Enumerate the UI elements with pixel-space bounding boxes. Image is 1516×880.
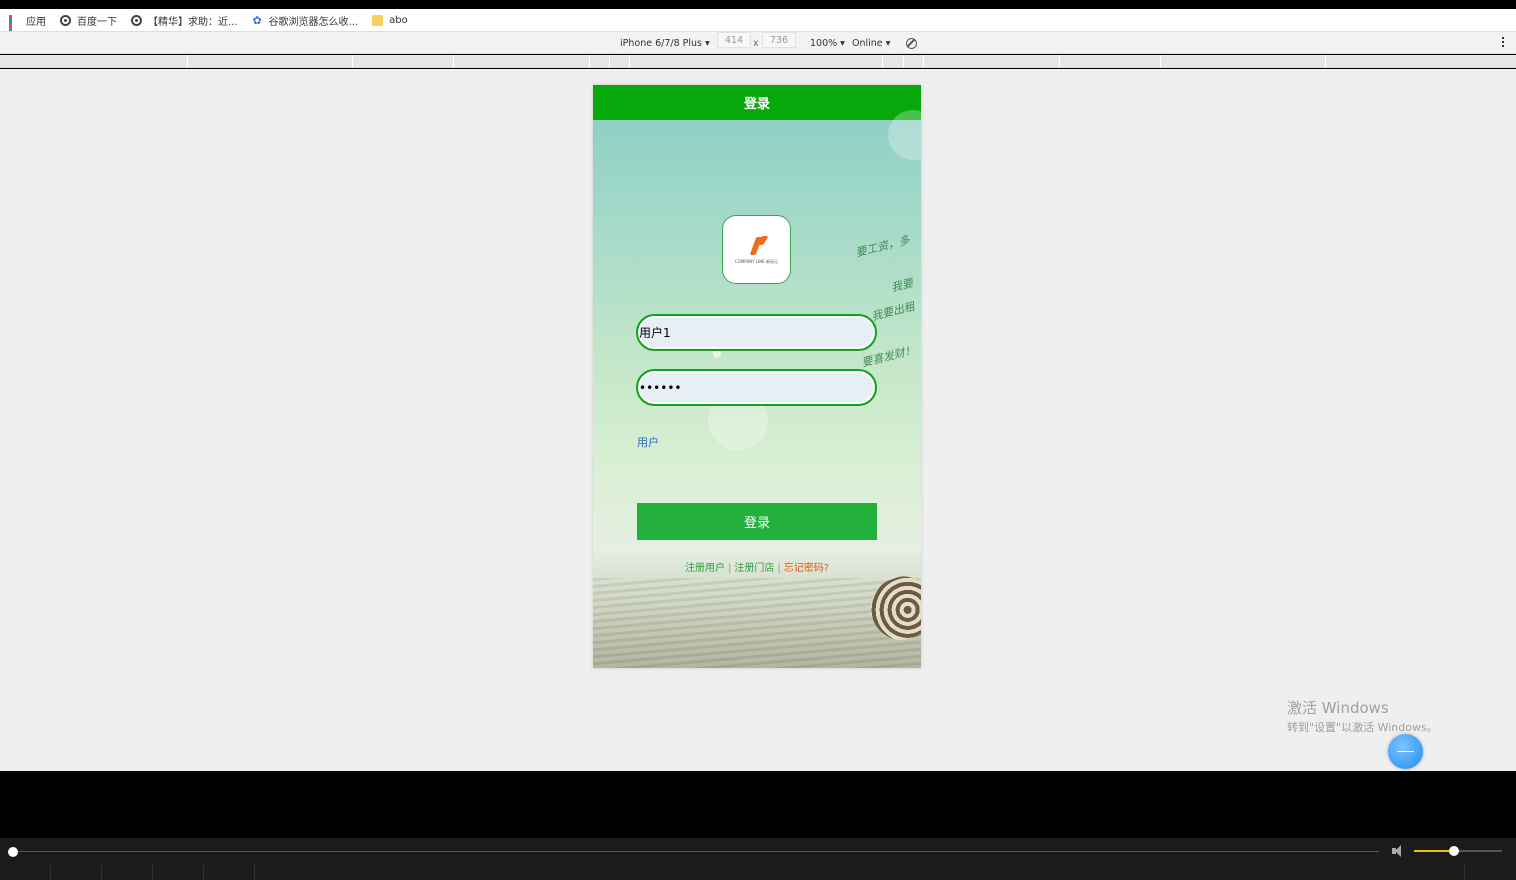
apps-icon	[9, 14, 20, 42]
volume-icon[interactable]	[1392, 845, 1406, 857]
auth-links: 注册用户 | 注册门店 | 忘记密码?	[593, 559, 921, 574]
bookmark-apps[interactable]: 应用	[9, 9, 46, 42]
bookmarks-bar: 应用 百度一下 【精华】求助：近... ✿ 谷歌浏览器怎么收... abo	[0, 9, 1516, 42]
media-query-ruler[interactable]	[0, 55, 1516, 68]
phone-screen: 登录 要工资，多 我要 我要出租 要喜发财！ COMPANY LINE 新纪元 …	[593, 85, 921, 668]
globe-icon	[131, 14, 142, 26]
windows-activation-title: 激活 Windows	[1287, 699, 1389, 717]
bookmark-baidu[interactable]: 百度一下	[60, 9, 117, 31]
bookmark-label: abo	[389, 14, 408, 26]
bookmark-label: 谷歌浏览器怎么收...	[268, 16, 359, 28]
viewport-width-input[interactable]: 414	[717, 32, 751, 48]
volume-handle[interactable]	[1448, 846, 1459, 856]
globe-icon	[60, 14, 71, 26]
bookmark-abo[interactable]: abo	[372, 9, 408, 31]
windows-activation-hint: 转到"设置"以激活 Windows。	[1287, 721, 1438, 734]
login-button[interactable]: 登录	[637, 503, 877, 540]
dimension-separator: x	[753, 37, 759, 49]
more-options-icon[interactable]	[1502, 37, 1504, 47]
register-user-link[interactable]: 注册用户	[685, 563, 725, 574]
link-separator: |	[777, 563, 781, 574]
bookmark-label: 百度一下	[77, 16, 117, 28]
video-player-bar	[0, 838, 1516, 865]
viewport-height-input[interactable]: 736	[762, 32, 796, 48]
device-select[interactable]: iPhone 6/7/8 Plus ▾	[620, 32, 710, 54]
paw-icon: ✿	[252, 13, 262, 27]
floating-assistant-icon[interactable]	[1388, 734, 1423, 769]
bookmark-chrome-howto[interactable]: ✿ 谷歌浏览器怎么收...	[252, 9, 359, 31]
bookmark-help-post[interactable]: 【精华】求助：近...	[131, 9, 238, 31]
page-title: 登录	[593, 85, 921, 120]
volume-level	[1414, 850, 1454, 852]
password-input[interactable]	[639, 380, 875, 395]
forgot-password-link[interactable]: 忘记密码?	[784, 563, 829, 574]
logo-text: COMPANY LINE 新纪元	[734, 258, 779, 264]
rotate-icon	[906, 37, 917, 49]
role-selector[interactable]: 用户	[637, 434, 659, 450]
app-logo: COMPANY LINE 新纪元	[722, 215, 791, 284]
zoom-select[interactable]: 100% ▾	[810, 32, 845, 54]
device-toolbar: iPhone 6/7/8 Plus ▾ 414 x 736 100% ▾ Onl…	[0, 31, 1516, 54]
taskbar-strip	[0, 865, 1516, 880]
folder-icon	[372, 14, 384, 26]
password-field[interactable]	[636, 369, 877, 406]
bookmark-label: 【精华】求助：近...	[148, 16, 238, 28]
rotate-button[interactable]	[906, 32, 917, 54]
link-separator: |	[727, 563, 732, 574]
network-throttle-select[interactable]: Online ▾	[852, 32, 890, 54]
seek-handle[interactable]	[8, 847, 18, 857]
window-top-strip	[0, 0, 1516, 9]
username-field[interactable]	[636, 314, 877, 351]
bookmark-label: 应用	[26, 16, 46, 28]
logo-icon	[747, 236, 767, 256]
register-store-link[interactable]: 注册门店	[734, 563, 774, 574]
username-input[interactable]	[639, 325, 875, 340]
seek-track[interactable]	[13, 851, 1379, 852]
